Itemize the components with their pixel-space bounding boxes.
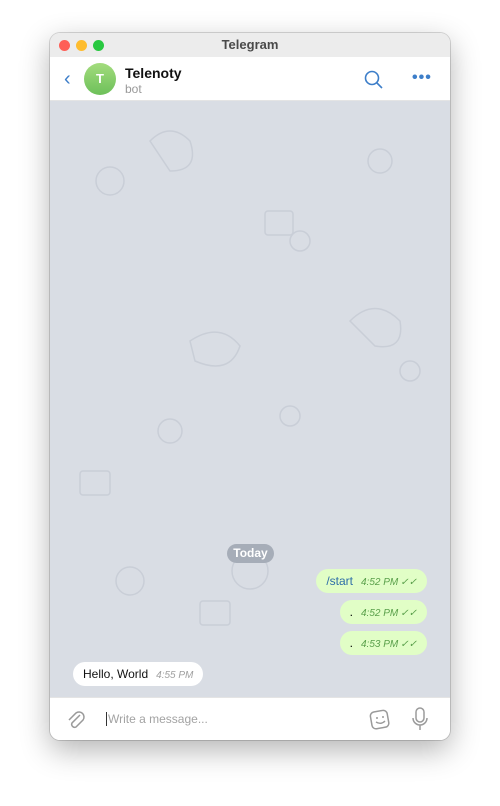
message-time: 4:53 PM bbox=[360, 639, 399, 650]
sticker-emoji-icon[interactable] bbox=[369, 708, 391, 730]
message-bubble-outgoing[interactable]: . 4:53 PM ✓✓ bbox=[339, 631, 427, 655]
message-time: 4:52 PM bbox=[360, 608, 399, 619]
chat-name[interactable]: Telenoty bbox=[125, 65, 182, 81]
double-check-icon: ✓✓ bbox=[400, 577, 417, 588]
window-title: Telegram bbox=[221, 37, 279, 52]
message-bubble-incoming[interactable]: Hello, World 4:55 PM bbox=[73, 662, 204, 686]
minimize-button[interactable] bbox=[76, 40, 87, 51]
composer: Write a message... bbox=[50, 697, 450, 740]
chat-header: ‹ T Telenoty bot ••• bbox=[50, 57, 450, 101]
message-bubble-outgoing[interactable]: /start 4:52 PM ✓✓ bbox=[316, 569, 427, 593]
message-time: 4:52 PM bbox=[360, 577, 399, 588]
attach-paperclip-icon[interactable] bbox=[66, 709, 86, 731]
message-input[interactable]: Write a message... bbox=[106, 712, 208, 726]
message-bubble-outgoing[interactable]: . 4:52 PM ✓✓ bbox=[339, 600, 427, 624]
message-time: 4:55 PM bbox=[156, 670, 194, 681]
microphone-icon[interactable] bbox=[412, 707, 428, 731]
avatar[interactable]: T bbox=[84, 63, 116, 95]
search-icon[interactable] bbox=[364, 70, 384, 90]
zoom-button[interactable] bbox=[93, 40, 104, 51]
date-separator: Today bbox=[227, 544, 274, 563]
telegram-window: Telegram ‹ T Telenoty bot ••• Today /sta… bbox=[50, 33, 450, 740]
more-options-icon[interactable]: ••• bbox=[412, 69, 432, 87]
close-button[interactable] bbox=[59, 40, 70, 51]
title-bar: Telegram bbox=[50, 33, 450, 57]
message-text: Hello, World bbox=[83, 667, 149, 681]
chat-status: bot bbox=[125, 82, 142, 96]
message-text: . bbox=[349, 636, 353, 650]
back-chevron-icon[interactable]: ‹ bbox=[64, 68, 71, 91]
double-check-icon: ✓✓ bbox=[400, 639, 417, 650]
bot-command-link[interactable]: /start bbox=[326, 574, 353, 588]
message-area[interactable]: Today /start 4:52 PM ✓✓ . 4:52 PM ✓✓ . 4:53 P… bbox=[50, 101, 450, 697]
double-check-icon: ✓✓ bbox=[400, 608, 417, 619]
message-text: . bbox=[349, 605, 353, 619]
